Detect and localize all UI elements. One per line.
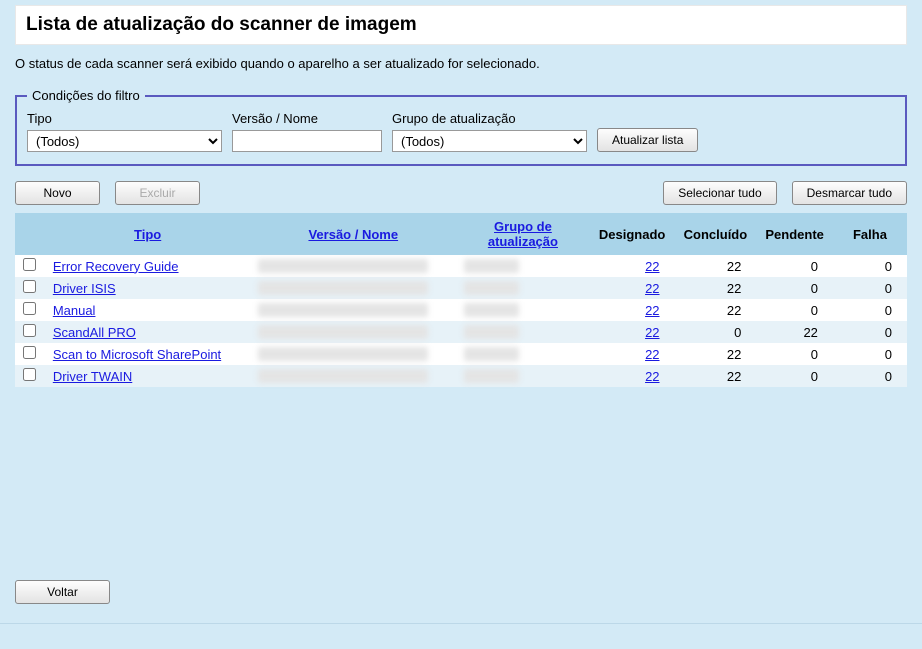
- select-all-button[interactable]: Selecionar tudo: [663, 181, 776, 205]
- row-checkbox[interactable]: [23, 346, 36, 359]
- page-title: Lista de atualização do scanner de image…: [15, 5, 907, 45]
- table-row: Scan to Microsoft SharePointxx222200: [15, 343, 907, 365]
- row-version-blurred: x: [258, 281, 428, 295]
- row-assigned-link[interactable]: 22: [645, 369, 659, 384]
- back-button[interactable]: Voltar: [15, 580, 110, 604]
- row-completed: 0: [675, 321, 757, 343]
- footer-divider: [0, 623, 922, 624]
- row-type-link[interactable]: Driver ISIS: [53, 281, 116, 296]
- deselect-all-button[interactable]: Desmarcar tudo: [792, 181, 907, 205]
- header-completed: Concluído: [675, 213, 757, 255]
- row-checkbox[interactable]: [23, 302, 36, 315]
- row-assigned-link[interactable]: 22: [645, 281, 659, 296]
- row-checkbox[interactable]: [23, 324, 36, 337]
- filter-group-select[interactable]: (Todos): [392, 130, 587, 152]
- row-group-blurred: x: [464, 325, 519, 339]
- row-group-blurred: x: [464, 303, 519, 317]
- row-pending: 22: [756, 321, 833, 343]
- row-failed: 0: [833, 277, 907, 299]
- row-checkbox[interactable]: [23, 258, 36, 271]
- row-pending: 0: [756, 365, 833, 387]
- row-pending: 0: [756, 255, 833, 277]
- filter-group-label: Grupo de atualização: [392, 111, 587, 126]
- header-failed: Falha: [833, 213, 907, 255]
- row-version-blurred: x: [258, 325, 428, 339]
- table-row: Driver ISISxx222200: [15, 277, 907, 299]
- table-row: Error Recovery Guidexx222200: [15, 255, 907, 277]
- row-assigned-link[interactable]: 22: [645, 259, 659, 274]
- row-failed: 0: [833, 343, 907, 365]
- row-type-link[interactable]: Scan to Microsoft SharePoint: [53, 347, 221, 362]
- row-failed: 0: [833, 365, 907, 387]
- header-pending: Pendente: [756, 213, 833, 255]
- header-assigned: Designado: [590, 213, 675, 255]
- filter-version-input[interactable]: [232, 130, 382, 152]
- row-type-link[interactable]: Driver TWAIN: [53, 369, 132, 384]
- row-assigned-link[interactable]: 22: [645, 347, 659, 362]
- row-group-blurred: x: [464, 259, 519, 273]
- filter-type-label: Tipo: [27, 111, 222, 126]
- filter-type-select[interactable]: (Todos): [27, 130, 222, 152]
- filter-version-label: Versão / Nome: [232, 111, 382, 126]
- row-version-blurred: x: [258, 369, 428, 383]
- row-completed: 22: [675, 365, 757, 387]
- row-version-blurred: x: [258, 347, 428, 361]
- filter-legend: Condições do filtro: [27, 88, 145, 103]
- row-failed: 0: [833, 321, 907, 343]
- row-failed: 0: [833, 255, 907, 277]
- filter-fieldset: Condições do filtro Tipo (Todos) Versão …: [15, 88, 907, 166]
- row-version-blurred: x: [258, 259, 428, 273]
- table-row: Manualxx222200: [15, 299, 907, 321]
- row-type-link[interactable]: ScandAll PRO: [53, 325, 136, 340]
- row-group-blurred: x: [464, 347, 519, 361]
- delete-button[interactable]: Excluir: [115, 181, 200, 205]
- new-button[interactable]: Novo: [15, 181, 100, 205]
- row-completed: 22: [675, 299, 757, 321]
- header-checkbox: [15, 213, 45, 255]
- row-pending: 0: [756, 277, 833, 299]
- page-description: O status de cada scanner será exibido qu…: [15, 55, 575, 73]
- row-assigned-link[interactable]: 22: [645, 325, 659, 340]
- updates-table: Tipo Versão / Nome Grupo de atualização …: [15, 213, 907, 387]
- row-checkbox[interactable]: [23, 280, 36, 293]
- table-row: ScandAll PROxx220220: [15, 321, 907, 343]
- row-type-link[interactable]: Manual: [53, 303, 96, 318]
- row-completed: 22: [675, 277, 757, 299]
- row-assigned-link[interactable]: 22: [645, 303, 659, 318]
- row-completed: 22: [675, 343, 757, 365]
- row-completed: 22: [675, 255, 757, 277]
- row-type-link[interactable]: Error Recovery Guide: [53, 259, 179, 274]
- table-row: Driver TWAINxx222200: [15, 365, 907, 387]
- row-group-blurred: x: [464, 369, 519, 383]
- row-version-blurred: x: [258, 303, 428, 317]
- header-type[interactable]: Tipo: [134, 227, 161, 242]
- header-group[interactable]: Grupo de atualização: [488, 219, 558, 249]
- update-list-button[interactable]: Atualizar lista: [597, 128, 698, 152]
- row-pending: 0: [756, 299, 833, 321]
- row-checkbox[interactable]: [23, 368, 36, 381]
- row-group-blurred: x: [464, 281, 519, 295]
- row-pending: 0: [756, 343, 833, 365]
- header-version[interactable]: Versão / Nome: [308, 227, 398, 242]
- row-failed: 0: [833, 299, 907, 321]
